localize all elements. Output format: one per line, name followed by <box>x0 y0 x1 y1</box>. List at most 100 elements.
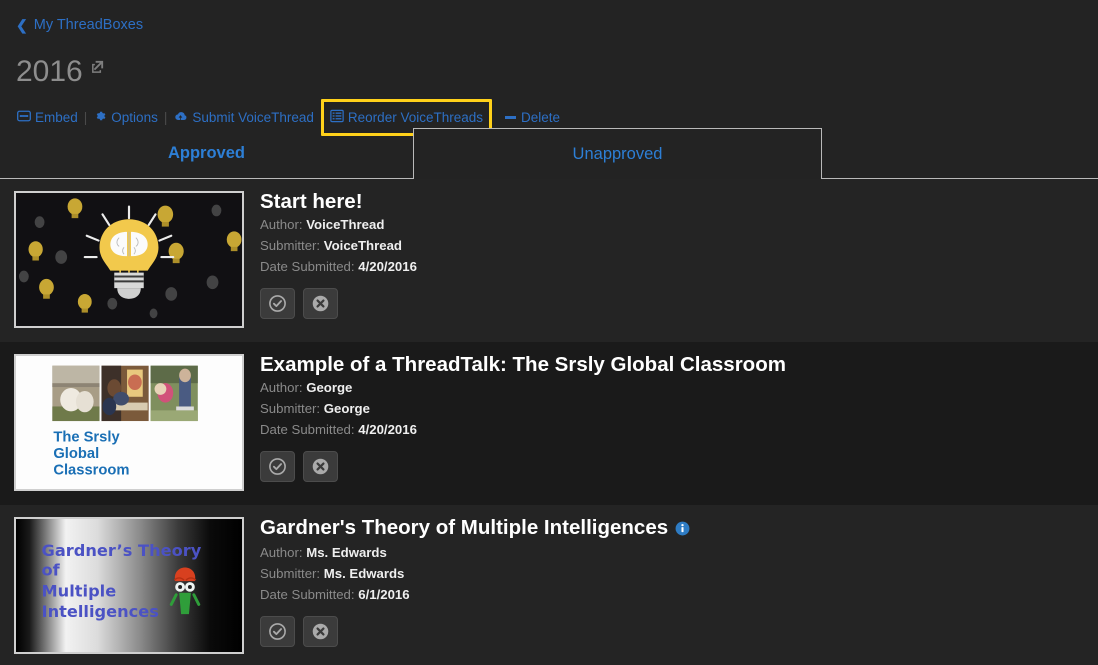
author-value: VoiceThread <box>306 217 385 232</box>
svg-text:Intelligences: Intelligences <box>42 602 159 621</box>
tab-unapproved[interactable]: Unapproved <box>413 128 822 179</box>
svg-text:of: of <box>42 560 61 579</box>
svg-text:Classroom: Classroom <box>53 463 129 479</box>
reject-button[interactable] <box>303 616 338 647</box>
embed-button[interactable]: Embed <box>17 109 78 126</box>
date-label: Date Submitted: <box>260 259 355 274</box>
delete-label: Delete <box>521 110 561 125</box>
info-circle-icon[interactable] <box>675 518 690 542</box>
author-field: Author: VoiceThread <box>260 215 1098 235</box>
reorder-voicethreads-label: Reorder VoiceThreads <box>347 110 483 125</box>
row-actions <box>260 616 1098 647</box>
lightbulb-brain-thumbnail[interactable] <box>14 191 244 328</box>
minus-icon <box>505 116 516 119</box>
gear-icon <box>93 109 107 126</box>
toolbar-separator-2: | <box>163 110 168 125</box>
check-circle-icon <box>269 623 286 640</box>
date-field: Date Submitted: 4/20/2016 <box>260 257 1098 277</box>
item-title[interactable]: Gardner's Theory of Multiple Intelligenc… <box>260 516 1098 542</box>
approve-button[interactable] <box>260 451 295 482</box>
submitter-value: Ms. Edwards <box>323 566 405 581</box>
list-icon <box>330 109 344 126</box>
author-value: George <box>306 380 353 395</box>
date-value: 4/20/2016 <box>358 422 417 437</box>
reject-button[interactable] <box>303 288 338 319</box>
item-meta: Start here! Author: VoiceThread Submitte… <box>260 190 1098 342</box>
item-title[interactable]: Start here! <box>260 190 1098 214</box>
svg-text:Global: Global <box>53 446 99 462</box>
breadcrumb[interactable]: ❮ My ThreadBoxes <box>16 17 143 33</box>
row-actions <box>260 451 1098 482</box>
submitter-label: Submitter: <box>260 238 321 253</box>
submitter-field: Submitter: George <box>260 399 1098 419</box>
svg-text:Gardner’s Theory: Gardner’s Theory <box>42 541 202 560</box>
submitter-field: Submitter: Ms. Edwards <box>260 564 1098 584</box>
thumbnail-art: Gardner’s Theory of Multiple Intelligenc… <box>16 519 242 652</box>
svg-text:The Srsly: The Srsly <box>53 430 120 446</box>
chevron-left-icon: ❮ <box>16 17 28 33</box>
x-circle-icon <box>312 295 329 312</box>
thumbnail-art: The Srsly Global Classroom <box>16 356 242 489</box>
item-title-text: Gardner's Theory of Multiple Intelligenc… <box>260 516 669 539</box>
author-label: Author: <box>260 545 303 560</box>
date-field: Date Submitted: 6/1/2016 <box>260 585 1098 605</box>
submitter-field: Submitter: VoiceThread <box>260 236 1098 256</box>
author-field: Author: George <box>260 378 1098 398</box>
thumbnail-art <box>16 193 242 326</box>
threadbox-page: ❮ My ThreadBoxes 2016 Embed | Options | <box>0 0 1098 665</box>
options-button[interactable]: Options <box>93 109 158 126</box>
options-label: Options <box>111 110 158 125</box>
page-title: 2016 <box>16 55 83 88</box>
author-value: Ms. Edwards <box>306 545 387 560</box>
author-field: Author: Ms. Edwards <box>260 543 1098 563</box>
table-row: Start here! Author: VoiceThread Submitte… <box>0 179 1098 342</box>
page-title-row: 2016 <box>16 57 105 87</box>
item-title-text: Start here! <box>260 190 363 213</box>
approval-tabs: Approved Unapproved <box>0 128 1098 179</box>
srsly-global-classroom-thumbnail[interactable]: The Srsly Global Classroom <box>14 354 244 491</box>
voicethread-list: Start here! Author: VoiceThread Submitte… <box>0 179 1098 665</box>
gardner-theory-thumbnail[interactable]: Gardner’s Theory of Multiple Intelligenc… <box>14 517 244 654</box>
table-row: The Srsly Global Classroom Example of a … <box>0 342 1098 505</box>
delete-button[interactable]: Delete <box>505 110 560 125</box>
row-actions <box>260 288 1098 319</box>
item-meta: Example of a ThreadTalk: The Srsly Globa… <box>260 353 1098 505</box>
thumbnail-svg: The Srsly Global Classroom <box>16 356 242 489</box>
item-title[interactable]: Example of a ThreadTalk: The Srsly Globa… <box>260 353 1098 377</box>
x-circle-icon <box>312 458 329 475</box>
breadcrumb-label: My ThreadBoxes <box>33 17 144 33</box>
author-label: Author: <box>260 380 303 395</box>
check-circle-icon <box>269 458 286 475</box>
embed-label: Embed <box>35 110 78 125</box>
author-label: Author: <box>260 217 303 232</box>
item-meta: Gardner's Theory of Multiple Intelligenc… <box>260 516 1098 665</box>
tab-unapproved-label: Unapproved <box>572 144 663 163</box>
upload-cloud-icon <box>173 109 188 126</box>
external-link-icon[interactable] <box>90 59 105 79</box>
submit-voicethread-label: Submit VoiceThread <box>192 110 314 125</box>
submitter-label: Submitter: <box>260 401 321 416</box>
date-label: Date Submitted: <box>260 422 355 437</box>
x-circle-icon <box>312 623 329 640</box>
tab-approved-label: Approved <box>167 144 245 162</box>
date-value: 4/20/2016 <box>358 259 417 274</box>
submitter-value: George <box>323 401 370 416</box>
tab-approved[interactable]: Approved <box>0 128 413 179</box>
submitter-label: Submitter: <box>260 566 321 581</box>
toolbar-separator-1: | <box>83 110 88 125</box>
svg-text:Multiple: Multiple <box>42 582 117 601</box>
check-circle-icon <box>269 295 286 312</box>
date-value: 6/1/2016 <box>358 587 410 602</box>
thumbnail-svg: Gardner’s Theory of Multiple Intelligenc… <box>16 519 242 652</box>
approve-button[interactable] <box>260 288 295 319</box>
reject-button[interactable] <box>303 451 338 482</box>
embed-icon <box>17 109 31 126</box>
date-label: Date Submitted: <box>260 587 355 602</box>
date-field: Date Submitted: 4/20/2016 <box>260 420 1098 440</box>
table-row: Gardner’s Theory of Multiple Intelligenc… <box>0 505 1098 665</box>
approve-button[interactable] <box>260 616 295 647</box>
thumbnail-svg <box>16 193 242 326</box>
submitter-value: VoiceThread <box>323 238 402 253</box>
item-title-text: Example of a ThreadTalk: The Srsly Globa… <box>260 353 786 376</box>
submit-voicethread-button[interactable]: Submit VoiceThread <box>173 109 314 126</box>
